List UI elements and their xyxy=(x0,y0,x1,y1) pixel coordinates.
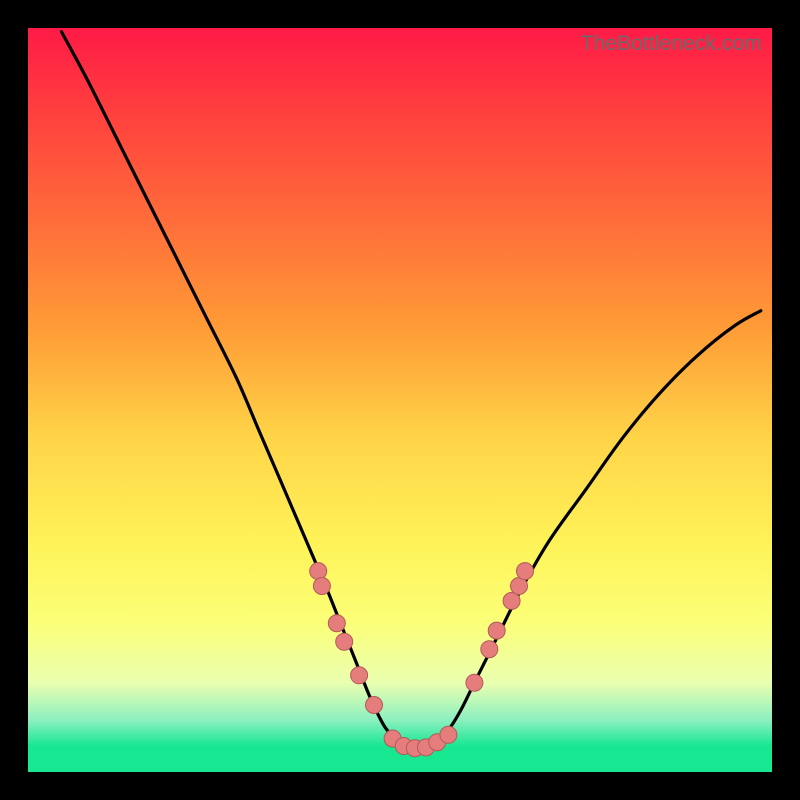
curve-marker xyxy=(488,622,505,639)
curve-marker xyxy=(517,563,534,580)
curve-marker xyxy=(481,641,498,658)
chart-svg xyxy=(28,28,772,772)
curve-marker xyxy=(466,674,483,691)
bottleneck-curve xyxy=(62,32,761,750)
curve-marker xyxy=(310,563,327,580)
curve-markers xyxy=(310,563,534,757)
curve-marker xyxy=(503,592,520,609)
curve-marker xyxy=(328,615,345,632)
chart-frame: TheBottleneck.com xyxy=(0,0,800,800)
curve-marker xyxy=(336,633,353,650)
curve-marker xyxy=(351,667,368,684)
curve-marker xyxy=(366,697,383,714)
curve-marker xyxy=(313,578,330,595)
curve-marker xyxy=(440,726,457,743)
chart-plot-area: TheBottleneck.com xyxy=(28,28,772,772)
